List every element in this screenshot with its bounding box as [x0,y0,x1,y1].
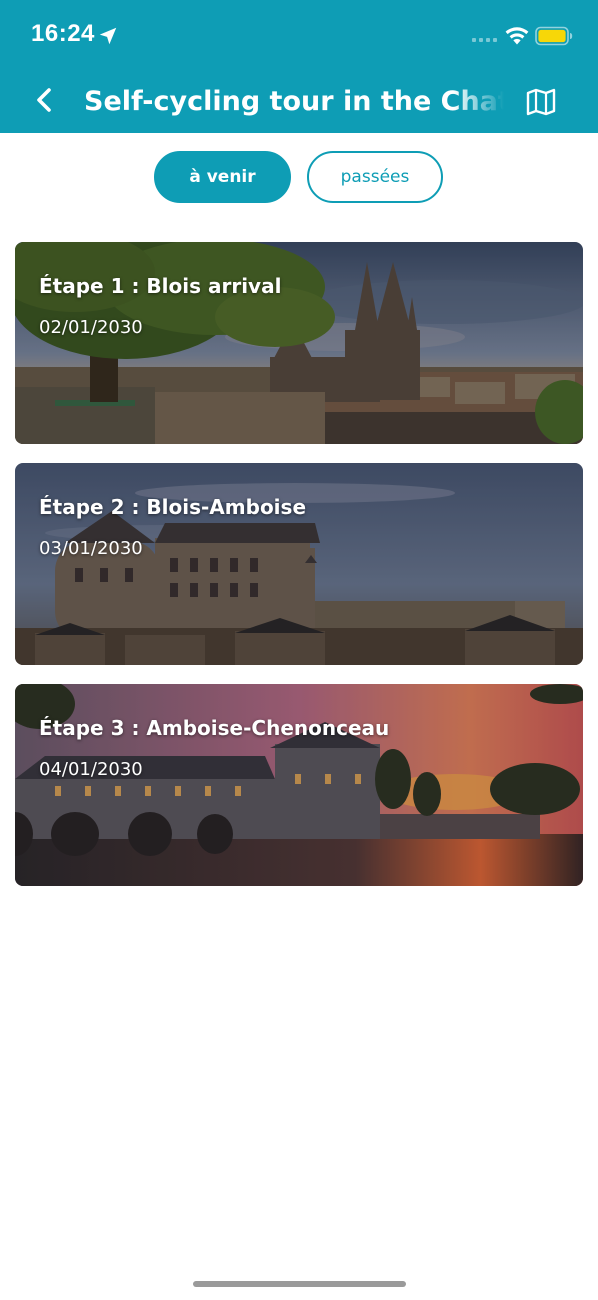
stage-date: 03/01/2030 [39,538,143,559]
stage-date: 02/01/2030 [39,317,143,338]
cellular-signal-icon [472,38,497,42]
location-arrow-icon [99,27,117,45]
tab-past[interactable]: passées [307,151,443,203]
battery-icon [535,26,573,46]
stage-card[interactable]: Étape 2 : Blois-Amboise 03/01/2030 [15,463,583,665]
stage-title: Étape 1 : Blois arrival [39,274,282,298]
tab-upcoming[interactable]: à venir [154,151,291,203]
stage-card[interactable]: Étape 1 : Blois arrival 02/01/2030 [15,242,583,444]
amboise-castle-photo [15,463,583,665]
stage-title: Étape 3 : Amboise-Chenonceau [39,716,390,740]
wifi-icon [505,27,529,45]
chevron-left-icon[interactable] [30,84,62,116]
chenonceau-castle-photo [15,684,583,886]
navigation-bar: Self-cycling tour in the Chateaux [0,72,598,133]
stage-card[interactable]: Étape 3 : Amboise-Chenonceau 04/01/2030 [15,684,583,886]
stage-title: Étape 2 : Blois-Amboise [39,495,307,519]
stage-date: 04/01/2030 [39,759,143,780]
map-icon[interactable] [526,88,556,116]
status-bar: 16:24 [0,0,598,72]
header: 16:24 Self-cycling tour in the Chat [0,0,598,133]
status-time: 16:24 [31,20,95,47]
app-screen: 16:24 Self-cycling tour in the Chat à ve… [0,0,598,1300]
home-indicator[interactable] [193,1281,406,1287]
page-title: Self-cycling tour in the Chateaux [84,86,504,117]
blois-castle-photo [15,242,583,444]
